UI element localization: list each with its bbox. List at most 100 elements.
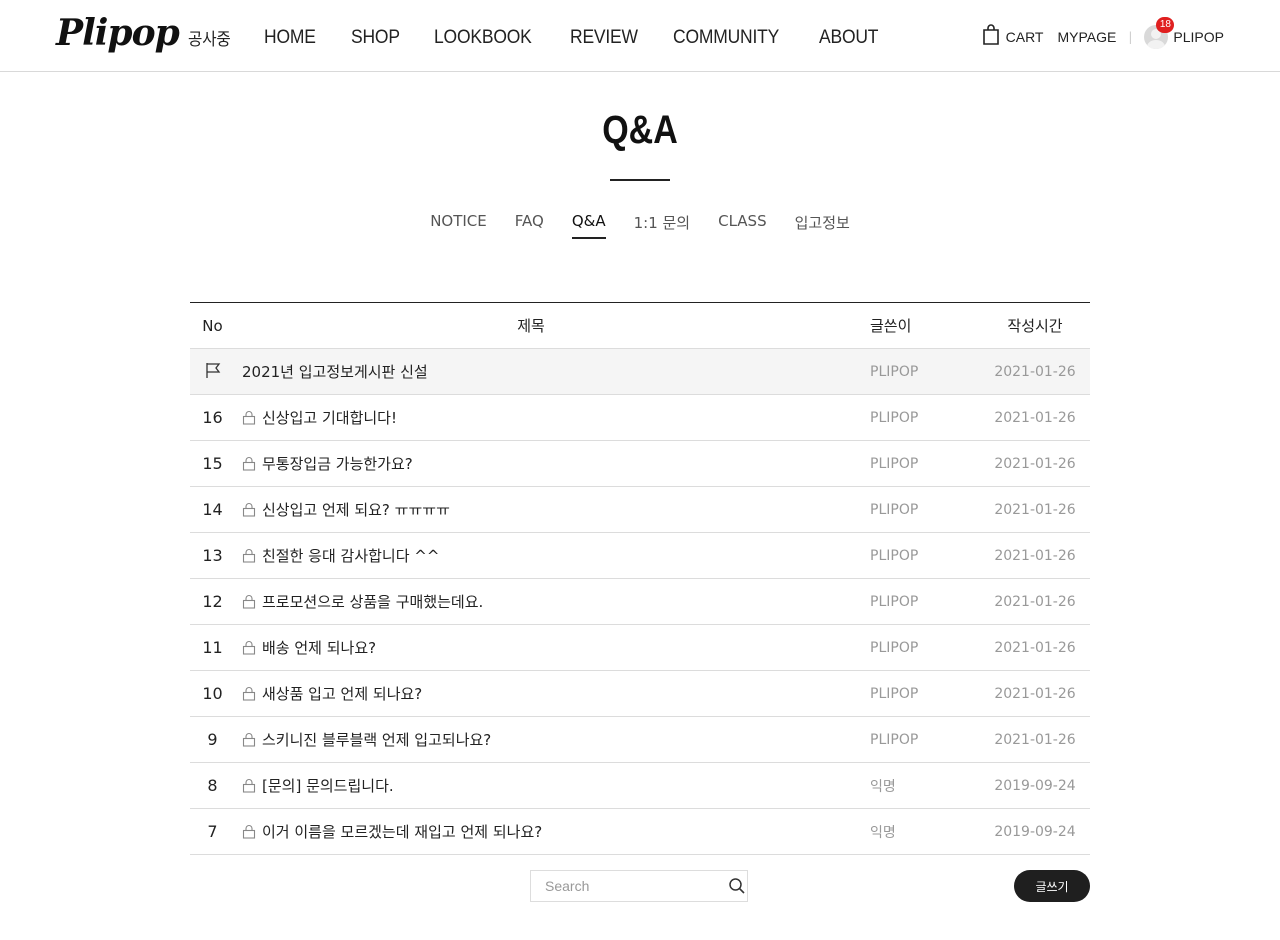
- tab-faq[interactable]: FAQ: [515, 212, 544, 239]
- util-separator: |: [1128, 30, 1133, 44]
- nav-item-construction[interactable]: 공사중: [188, 25, 231, 50]
- row-title[interactable]: 친절한 응대 감사합니다 ^^: [262, 545, 439, 566]
- flag-icon: [190, 361, 235, 383]
- table-header: No 제목 글쓴이 작성시간: [190, 303, 1090, 349]
- row-writer: PLIPOP: [870, 501, 919, 518]
- search-input[interactable]: [543, 877, 722, 895]
- row-date: 2021-01-26: [994, 547, 1076, 564]
- nav-item-lookbook[interactable]: LOOKBOOK: [434, 27, 532, 49]
- row-number: 15: [202, 454, 223, 473]
- lock-icon: [242, 594, 256, 609]
- notice-writer: PLIPOP: [870, 363, 919, 380]
- user-menu[interactable]: 18 PLIPOP: [1144, 17, 1224, 49]
- mypage-link[interactable]: MYPAGE: [1057, 29, 1116, 45]
- row-number: 8: [207, 776, 218, 795]
- row-title[interactable]: 신상입고 언제 되요? ㅠㅠㅠㅠ: [262, 499, 450, 520]
- table-row[interactable]: 9 스키니진 블루블랙 언제 입고되나요? PLIPOP 2021-01-26: [190, 717, 1090, 763]
- row-writer: PLIPOP: [870, 639, 919, 656]
- column-header-title: 제목: [517, 317, 545, 335]
- row-date: 2021-01-26: [994, 639, 1076, 656]
- row-number: 12: [202, 592, 223, 611]
- row-writer: PLIPOP: [870, 455, 919, 472]
- lock-icon: [242, 548, 256, 563]
- row-date: 2019-09-24: [994, 777, 1076, 794]
- tab-stock-info[interactable]: 입고정보: [795, 212, 850, 239]
- main-nav: 공사중 HOME SHOP LOOKBOOK REVIEW COMMUNITY …: [188, 25, 913, 51]
- page-title: Q&A: [602, 108, 678, 152]
- row-date: 2021-01-26: [994, 409, 1076, 426]
- table-row[interactable]: 8 [문의] 문의드립니다. 익명 2019-09-24: [190, 763, 1090, 809]
- row-title[interactable]: 프로모션으로 상품을 구매했는데요.: [262, 591, 483, 612]
- search-icon[interactable]: [728, 877, 746, 895]
- table-row[interactable]: 11 배송 언제 되나요? PLIPOP 2021-01-26: [190, 625, 1090, 671]
- table-row[interactable]: 13 친절한 응대 감사합니다 ^^ PLIPOP 2021-01-26: [190, 533, 1090, 579]
- table-row[interactable]: 12 프로모션으로 상품을 구매했는데요. PLIPOP 2021-01-26: [190, 579, 1090, 625]
- qna-board: No 제목 글쓴이 작성시간 2021년 입고정보게시판 신설 PLIPOP 2…: [190, 302, 1090, 855]
- logo[interactable]: Plipop: [56, 12, 180, 54]
- lock-icon: [242, 778, 256, 793]
- table-row[interactable]: 16 신상입고 기대합니다! PLIPOP 2021-01-26: [190, 395, 1090, 441]
- nav-item-review[interactable]: REVIEW: [570, 27, 638, 49]
- write-button[interactable]: 글쓰기: [1014, 870, 1090, 902]
- tab-notice[interactable]: NOTICE: [430, 212, 487, 239]
- shopping-bag-icon: [982, 24, 1006, 50]
- row-date: 2021-01-26: [994, 731, 1076, 748]
- search-box: [530, 870, 748, 902]
- row-writer: PLIPOP: [870, 547, 919, 564]
- table-row[interactable]: 15 무통장입금 가능한가요? PLIPOP 2021-01-26: [190, 441, 1090, 487]
- lock-icon: [242, 640, 256, 655]
- row-writer: PLIPOP: [870, 685, 919, 702]
- row-date: 2019-09-24: [994, 823, 1076, 840]
- column-header-writer: 글쓴이: [870, 317, 912, 335]
- nav-item-home[interactable]: HOME: [264, 27, 316, 49]
- row-number: 13: [202, 546, 223, 565]
- row-date: 2021-01-26: [994, 501, 1076, 518]
- table-row[interactable]: 7 이거 이름을 모르겠는데 재입고 언제 되나요? 익명 2019-09-24: [190, 809, 1090, 855]
- title-underline: [610, 179, 670, 181]
- row-title[interactable]: 이거 이름을 모르겠는데 재입고 언제 되나요?: [262, 821, 542, 842]
- row-writer: PLIPOP: [870, 409, 919, 426]
- row-number: 9: [207, 730, 218, 749]
- table-row[interactable]: 10 새상품 입고 언제 되나요? PLIPOP 2021-01-26: [190, 671, 1090, 717]
- row-number: 10: [202, 684, 223, 703]
- nav-item-community[interactable]: COMMUNITY: [673, 27, 779, 49]
- lock-icon: [242, 502, 256, 517]
- column-header-no: No: [202, 316, 223, 335]
- notice-title[interactable]: 2021년 입고정보게시판 신설: [242, 361, 428, 382]
- row-date: 2021-01-26: [994, 685, 1076, 702]
- tab-class[interactable]: CLASS: [718, 212, 766, 239]
- tab-qna[interactable]: Q&A: [571, 212, 606, 239]
- site-header: Plipop 공사중 HOME SHOP LOOKBOOK REVIEW COM…: [0, 0, 1280, 72]
- notice-date: 2021-01-26: [994, 363, 1076, 380]
- row-title[interactable]: 무통장입금 가능한가요?: [262, 453, 413, 474]
- row-title[interactable]: 배송 언제 되나요?: [262, 637, 376, 658]
- row-number: 14: [202, 500, 223, 519]
- column-header-date: 작성시간: [1007, 317, 1063, 335]
- row-writer: 익명: [870, 778, 896, 795]
- lock-icon: [242, 824, 256, 839]
- row-title[interactable]: [문의] 문의드립니다.: [262, 775, 394, 796]
- nav-item-shop[interactable]: SHOP: [351, 27, 400, 49]
- user-name: PLIPOP: [1173, 29, 1224, 45]
- row-writer: PLIPOP: [870, 731, 919, 748]
- row-writer: PLIPOP: [870, 593, 919, 610]
- row-writer: 익명: [870, 824, 896, 841]
- cart-link[interactable]: CART: [982, 24, 1044, 50]
- notice-row[interactable]: 2021년 입고정보게시판 신설 PLIPOP 2021-01-26: [190, 349, 1090, 395]
- row-number: 7: [207, 822, 218, 841]
- tab-one-on-one[interactable]: 1:1 문의: [634, 212, 691, 239]
- row-number: 11: [202, 638, 223, 657]
- board-tabs: NOTICE FAQ Q&A 1:1 문의 CLASS 입고정보: [0, 212, 1280, 239]
- row-title[interactable]: 새상품 입고 언제 되나요?: [262, 683, 422, 704]
- row-date: 2021-01-26: [994, 593, 1076, 610]
- row-number: 16: [202, 408, 223, 427]
- row-title[interactable]: 신상입고 기대합니다!: [262, 407, 397, 428]
- lock-icon: [242, 410, 256, 425]
- row-title[interactable]: 스키니진 블루블랙 언제 입고되나요?: [262, 729, 491, 750]
- lock-icon: [242, 456, 256, 471]
- cart-label: CART: [1005, 29, 1044, 45]
- nav-item-about[interactable]: ABOUT: [819, 27, 878, 49]
- utility-menu: CART MYPAGE | 18 PLIPOP: [982, 17, 1224, 50]
- table-row[interactable]: 14 신상입고 언제 되요? ㅠㅠㅠㅠ PLIPOP 2021-01-26: [190, 487, 1090, 533]
- lock-icon: [242, 686, 256, 701]
